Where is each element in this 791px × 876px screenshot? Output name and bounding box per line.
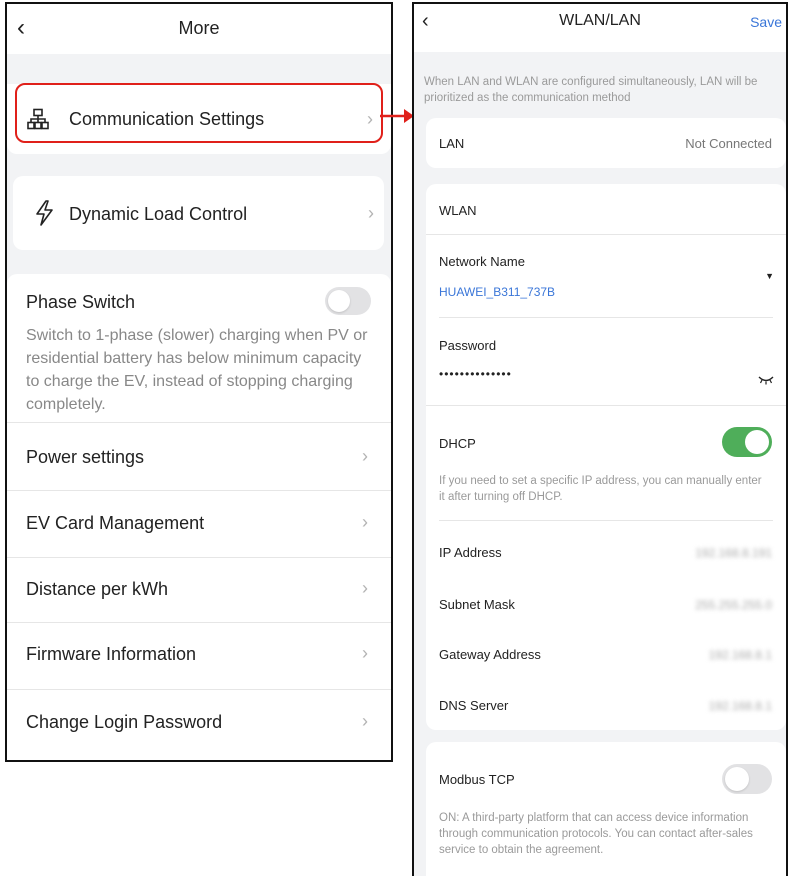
more-header: ‹ More <box>7 4 391 54</box>
dhcp-label: DHCP <box>439 436 476 451</box>
menu-item-distance-per-kwh[interactable]: Distance per kWh › <box>7 558 391 622</box>
lan-row: LAN Not Connected <box>426 118 786 168</box>
network-name-value: HUAWEI_B311_737B <box>439 285 556 299</box>
lan-status: Not Connected <box>685 136 772 151</box>
phase-switch-toggle[interactable] <box>325 287 371 315</box>
gateway-address-label: Gateway Address <box>439 647 541 662</box>
eye-closed-icon[interactable] <box>758 372 774 390</box>
gateway-address-value: 192.168.8.1 <box>708 648 772 662</box>
lightning-icon <box>33 200 55 231</box>
red-arrow-icon <box>380 109 414 123</box>
menu-item-firmware-information[interactable]: Firmware Information › <box>7 623 391 689</box>
chevron-right-icon: › <box>362 643 368 663</box>
menu-item-label: EV Card Management <box>26 513 205 533</box>
page-title: More <box>178 18 220 38</box>
settings-list: Phase Switch Switch to 1-phase (slower) … <box>7 274 391 760</box>
lan-label: LAN <box>439 136 465 151</box>
dns-server-label: DNS Server <box>439 698 509 713</box>
menu-item-ev-card-management[interactable]: EV Card Management › <box>7 491 391 557</box>
more-screen: ‹ More Communication Settings › Dynamic … <box>5 2 393 762</box>
network-name-label: Network Name <box>439 254 525 269</box>
subnet-mask-value: 255.255.255.0 <box>695 598 772 612</box>
wlan-lan-header: ‹ WLAN/LAN Save <box>414 4 786 52</box>
chevron-right-icon: › <box>362 512 368 532</box>
save-button[interactable]: Save <box>750 14 782 30</box>
divider <box>426 405 786 406</box>
chevron-right-icon: › <box>362 711 368 731</box>
dynamic-load-control-item[interactable]: Dynamic Load Control › <box>13 176 384 250</box>
menu-item-power-settings[interactable]: Power settings › <box>7 423 391 489</box>
phase-switch-description: Switch to 1-phase (slower) charging when… <box>26 327 368 413</box>
password-field[interactable]: Password •••••••••••••• <box>426 318 786 404</box>
wlan-label: WLAN <box>439 203 477 218</box>
phase-switch-label: Phase Switch <box>26 292 136 312</box>
modbus-card: Modbus TCP ON: A third-party platform th… <box>426 742 786 876</box>
modbus-note: ON: A third-party platform that can acce… <box>439 812 753 856</box>
wlan-lan-screen: ‹ WLAN/LAN Save When LAN and WLAN are co… <box>412 2 788 876</box>
network-name-field[interactable]: Network Name HUAWEI_B311_737B ▼ <box>426 235 786 317</box>
chevron-right-icon: › <box>362 446 368 466</box>
password-value: •••••••••••••• <box>439 367 512 381</box>
dynamic-load-control-label: Dynamic Load Control <box>69 204 248 224</box>
menu-item-change-login-password[interactable]: Change Login Password › <box>7 690 391 756</box>
priority-note: When LAN and WLAN are configured simulta… <box>424 76 758 104</box>
password-label: Password <box>439 338 497 353</box>
modbus-toggle[interactable] <box>722 764 772 794</box>
chevron-right-icon: › <box>368 203 374 223</box>
wlan-card: WLAN Network Name HUAWEI_B311_737B ▼ Pas… <box>426 184 786 730</box>
dhcp-toggle[interactable] <box>722 427 772 457</box>
ip-address-label: IP Address <box>439 545 502 560</box>
dropdown-caret-icon[interactable]: ▼ <box>765 271 774 281</box>
subnet-mask-label: Subnet Mask <box>439 597 515 612</box>
dhcp-note: If you need to set a specific IP address… <box>439 475 762 503</box>
divider <box>439 520 773 521</box>
menu-item-label: Distance per kWh <box>26 579 169 599</box>
page-title: WLAN/LAN <box>559 12 641 29</box>
dns-server-value: 192.168.8.1 <box>708 699 772 713</box>
menu-item-label: Firmware Information <box>26 644 197 664</box>
menu-item-label: Change Login Password <box>26 712 223 732</box>
highlight-box <box>15 83 383 143</box>
modbus-label: Modbus TCP <box>439 772 515 787</box>
chevron-right-icon: › <box>362 578 368 598</box>
ip-address-value: 192.168.8.191 <box>695 546 772 560</box>
menu-item-label: Power settings <box>26 447 145 467</box>
